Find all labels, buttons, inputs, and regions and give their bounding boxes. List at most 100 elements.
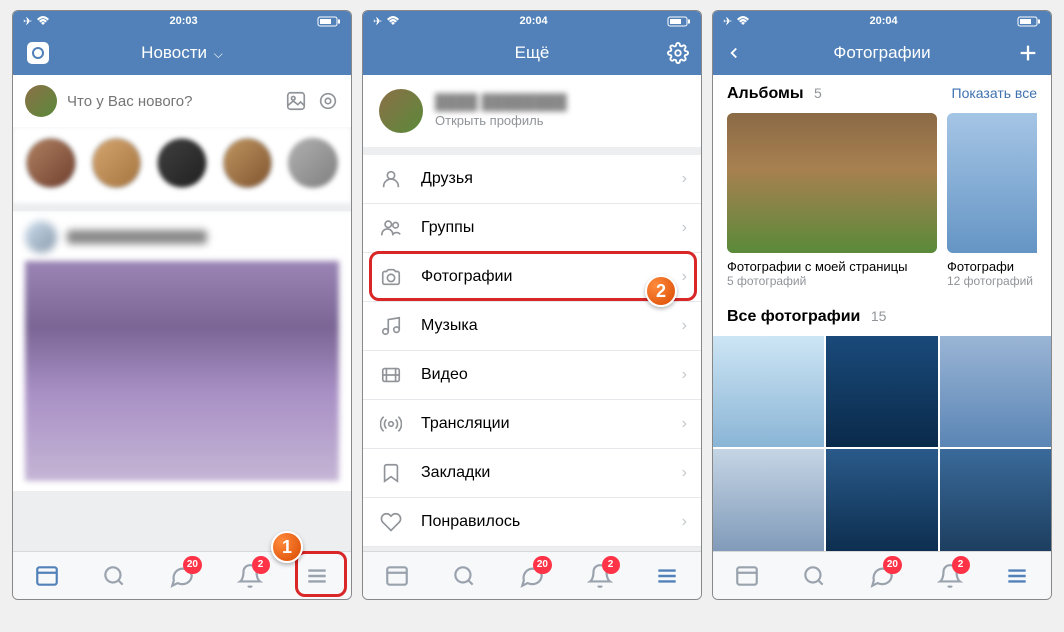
albums-section: Альбомы 5 Показать все Фотографии с моей… [713,75,1051,298]
settings-button[interactable] [667,42,689,64]
story[interactable] [156,137,208,189]
tab-messages[interactable]: 20 [160,554,204,598]
tab-discover[interactable] [92,554,136,598]
menu-label: Закладки [421,464,490,482]
all-photos-section: Все фотографии 15 [713,298,1051,336]
avatar [379,89,423,133]
chevron-right-icon: › [682,219,687,237]
photo-thumb[interactable] [826,336,937,447]
wifi-icon [736,16,750,26]
menu-friends[interactable]: Друзья › [363,155,701,204]
badge: 2 [252,556,270,574]
menu-label: Фотографии [421,268,512,286]
badge: 20 [183,556,202,574]
header-title-dropdown[interactable]: Новости ⌵ [141,43,223,63]
story[interactable] [222,137,274,189]
tab-notifications[interactable]: 2 [228,554,272,598]
album-cover [947,113,1037,253]
heart-icon [379,510,403,534]
photo-thumb[interactable] [713,336,824,447]
profile-name: ████ ████████ [435,94,567,111]
story[interactable] [25,137,77,189]
status-bar: ✈ 20:04 [713,11,1051,31]
menu-liked[interactable]: Понравилось › [363,498,701,547]
status-time: 20:04 [520,15,548,27]
tab-news[interactable] [375,554,419,598]
album-name: Фотографии с моей страницы [727,259,937,274]
tab-messages[interactable]: 20 [860,554,904,598]
menu-label: Группы [421,219,474,237]
badge: 20 [883,556,902,574]
menu-photos[interactable]: Фотографии › [363,253,701,302]
tab-discover[interactable] [792,554,836,598]
broadcast-icon [379,412,403,436]
airplane-icon: ✈ [373,15,382,28]
story[interactable] [91,137,143,189]
menu-label: Трансляции [421,415,510,433]
status-bar: ✈ 20:04 [363,11,701,31]
header: Фотографии [713,31,1051,75]
album[interactable]: Фотографи 12 фотографий [947,113,1037,288]
airplane-icon: ✈ [23,15,32,28]
menu-label: Понравилось [421,513,520,531]
menu-broadcast[interactable]: Трансляции › [363,400,701,449]
tab-bar: 20 2 [363,551,701,599]
photo-thumb[interactable] [940,336,1051,447]
tab-notifications[interactable]: 2 [578,554,622,598]
albums-count: 5 [814,85,822,101]
screen-photos: ✈ 20:04 Фотографии Альбомы 5 Показать вс… [712,10,1052,600]
menu-label: Видео [421,366,468,384]
avatar [25,85,57,117]
photo-thumb[interactable] [713,449,824,551]
stories-row[interactable] [13,127,351,211]
album[interactable]: Фотографии с моей страницы 5 фотографий [727,113,937,288]
menu-video[interactable]: Видео › [363,351,701,400]
chevron-right-icon: › [682,317,687,335]
user-icon [379,167,403,191]
tab-bar: 20 2 [13,551,351,599]
feed-post[interactable] [13,211,351,491]
story[interactable] [287,137,339,189]
photo-icon[interactable] [285,90,307,112]
album-name: Фотографи [947,259,1037,274]
tab-news[interactable] [25,554,69,598]
add-button[interactable] [1017,42,1039,64]
menu-groups[interactable]: Группы › [363,204,701,253]
composer-input[interactable] [67,93,275,110]
chevron-right-icon: › [682,170,687,188]
status-time: 20:03 [170,15,198,27]
camera-button[interactable] [25,40,51,66]
tab-news[interactable] [725,554,769,598]
profile-row[interactable]: ████ ████████ Открыть профиль [363,75,701,155]
battery-icon [1017,16,1041,27]
show-all-link[interactable]: Показать все [952,85,1037,101]
tab-menu[interactable] [995,554,1039,598]
photo-thumb[interactable] [826,449,937,551]
wifi-icon [36,16,50,26]
tab-notifications[interactable]: 2 [928,554,972,598]
all-photos-count: 15 [871,308,887,324]
bookmark-icon [379,461,403,485]
menu-list: Друзья › Группы › Фотографии › Музыка › … [363,155,701,547]
live-icon[interactable] [317,90,339,112]
wifi-icon [386,16,400,26]
menu-bookmarks[interactable]: Закладки › [363,449,701,498]
badge: 2 [952,556,970,574]
video-icon [379,363,403,387]
chevron-right-icon: › [682,415,687,433]
badge: 2 [602,556,620,574]
tab-discover[interactable] [442,554,486,598]
camera-icon [379,265,403,289]
menu-label: Друзья [421,170,473,188]
profile-sub: Открыть профиль [435,113,567,128]
photo-thumb[interactable] [940,449,1051,551]
menu-music[interactable]: Музыка › [363,302,701,351]
back-button[interactable] [725,44,743,62]
tab-messages[interactable]: 20 [510,554,554,598]
tab-menu[interactable] [295,554,339,598]
airplane-icon: ✈ [723,15,732,28]
music-icon [379,314,403,338]
all-photos-title: Все фотографии [727,308,860,325]
composer[interactable] [13,75,351,127]
tab-menu[interactable] [645,554,689,598]
